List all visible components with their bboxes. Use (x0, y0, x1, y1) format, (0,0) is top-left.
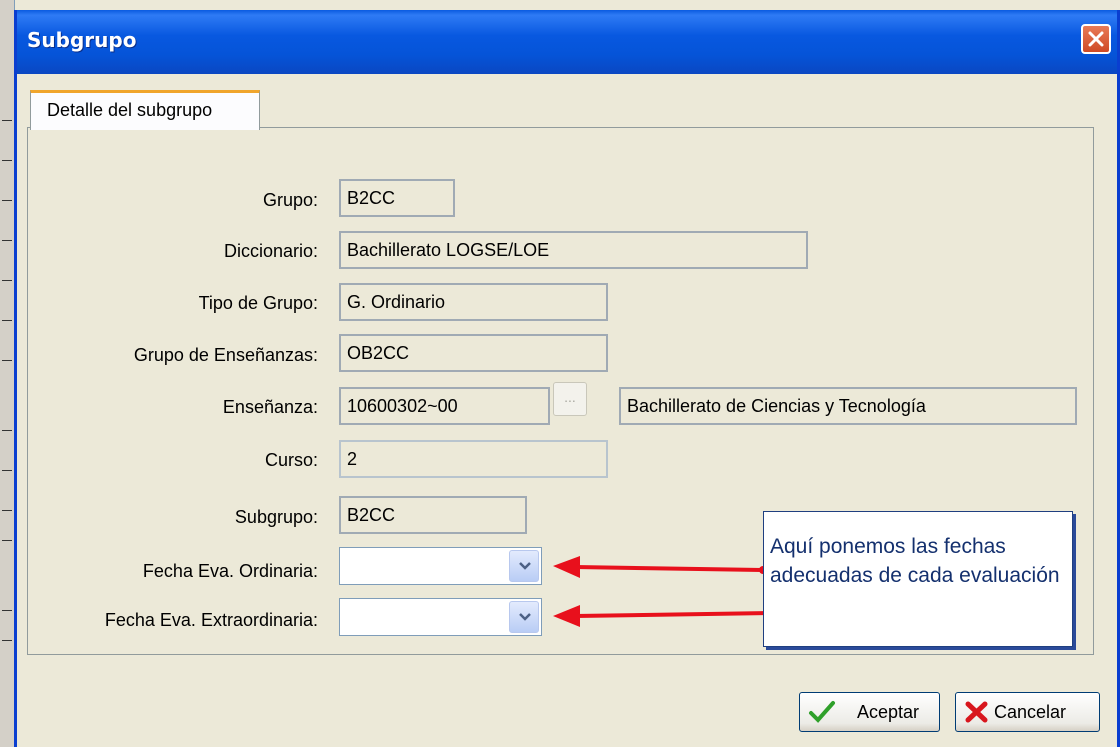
checkmark-icon (809, 701, 835, 723)
tab-detalle-subgrupo[interactable]: Detalle del subgrupo (30, 90, 260, 130)
arrow-to-ordinaria (553, 556, 767, 578)
cancel-label: Cancelar (994, 702, 1067, 722)
cancel-button[interactable]: Cancelar (955, 692, 1100, 732)
cross-icon (965, 701, 988, 723)
accept-label: Aceptar (857, 702, 920, 722)
arrow-to-extraordinaria (553, 605, 777, 627)
accept-button[interactable]: Aceptar (799, 692, 940, 732)
tab-label: Detalle del subgrupo (47, 100, 213, 120)
annotation-callout: Aquí ponemos las fechas adecuadas de cad… (763, 511, 1073, 647)
